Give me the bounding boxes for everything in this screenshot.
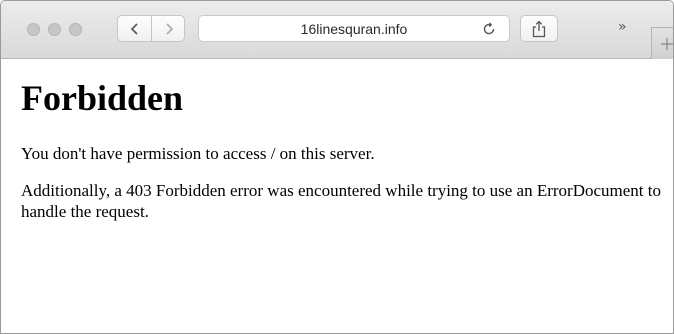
- browser-window: 16linesquran.info » Forbidden You don't …: [0, 0, 674, 334]
- navigation-buttons: [117, 15, 185, 42]
- reload-icon[interactable]: [481, 21, 497, 37]
- additional-error-message: Additionally, a 403 Forbidden error was …: [21, 181, 662, 221]
- address-bar[interactable]: 16linesquran.info: [198, 15, 510, 42]
- zoom-window-button[interactable]: [69, 23, 82, 36]
- forward-button[interactable]: [152, 16, 184, 41]
- chevron-left-icon: [130, 22, 138, 35]
- back-button[interactable]: [118, 16, 152, 41]
- new-tab-button[interactable]: [651, 27, 673, 59]
- page-title: Forbidden: [21, 78, 184, 118]
- share-button[interactable]: [520, 15, 558, 42]
- error-message: You don't have permission to access / on…: [21, 144, 375, 163]
- close-window-button[interactable]: [27, 23, 40, 36]
- share-icon: [532, 20, 546, 37]
- page-content: Forbidden You don't have permission to a…: [1, 59, 673, 333]
- url-text[interactable]: 16linesquran.info: [199, 16, 509, 41]
- plus-icon: [660, 37, 673, 50]
- minimize-window-button[interactable]: [48, 23, 61, 36]
- chevron-right-icon: [166, 22, 174, 35]
- tab-overflow-icon[interactable]: »: [618, 19, 626, 35]
- browser-toolbar: 16linesquran.info »: [1, 1, 673, 59]
